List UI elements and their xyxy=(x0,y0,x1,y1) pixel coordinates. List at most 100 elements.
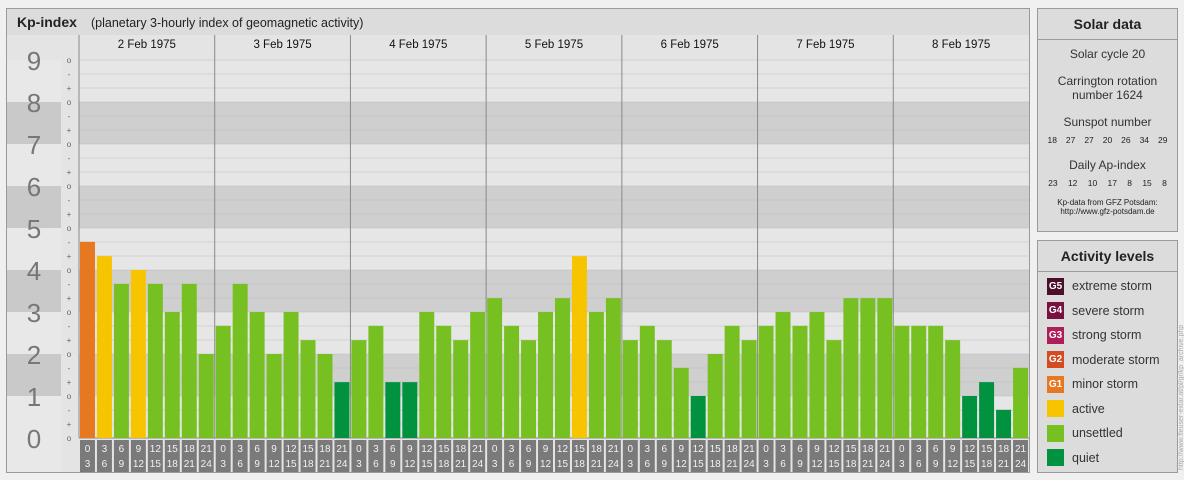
x-tick-label: 24 xyxy=(201,459,213,470)
kp-bar xyxy=(826,340,842,438)
x-tick-label: 3 xyxy=(237,444,243,455)
x-tick-label: 21 xyxy=(336,444,348,455)
x-tick-label: 9 xyxy=(407,444,413,455)
kp-band xyxy=(79,228,1029,270)
x-tick-label: 6 xyxy=(526,444,532,455)
x-tick-label: 15 xyxy=(964,459,976,470)
kp-bar xyxy=(215,325,231,438)
level-label: moderate storm xyxy=(1072,352,1160,367)
minor-mark: o xyxy=(67,182,72,191)
y-tick-label: 9 xyxy=(27,46,41,76)
x-tick-label: 6 xyxy=(390,444,396,455)
x-tick-label: 6 xyxy=(797,444,803,455)
x-tick-label: 21 xyxy=(862,459,874,470)
x-tick-label: 6 xyxy=(780,459,786,470)
kp-bar xyxy=(1013,367,1028,438)
x-tick-label: 9 xyxy=(526,459,532,470)
activity-level-item: active xyxy=(1038,397,1177,422)
x-tick-label: 18 xyxy=(438,459,450,470)
kp-bar xyxy=(198,354,214,438)
ap-value: 10 xyxy=(1087,178,1098,188)
day-label: 6 Feb 1975 xyxy=(661,39,719,51)
x-tick-label: 6 xyxy=(916,459,922,470)
x-tick-label: 6 xyxy=(933,444,939,455)
y-tick-label: 4 xyxy=(27,256,41,286)
x-tick-label: 12 xyxy=(285,444,297,455)
kp-chart-panel: Kp-index (planetary 3-hourly index of ge… xyxy=(6,8,1030,473)
x-tick-label: 15 xyxy=(285,459,297,470)
sunspot-value: 27 xyxy=(1065,135,1076,145)
x-tick-label: 9 xyxy=(271,444,277,455)
kp-bar xyxy=(860,298,876,438)
ap-value: 15 xyxy=(1142,178,1152,188)
x-tick-label: 6 xyxy=(509,459,515,470)
activity-levels-title: Activity levels xyxy=(1038,241,1177,272)
kp-bar xyxy=(996,409,1012,438)
x-tick-label: 18 xyxy=(727,444,739,455)
minor-mark: + xyxy=(67,378,72,387)
x-tick-label: 3 xyxy=(645,444,651,455)
x-tick-label: 12 xyxy=(404,459,416,470)
ap-value: 8 xyxy=(1162,178,1167,188)
minor-mark: + xyxy=(67,420,72,429)
activity-level-item: G2 moderate storm xyxy=(1038,348,1177,373)
x-tick-label: 12 xyxy=(676,459,688,470)
x-tick-label: 21 xyxy=(744,444,756,455)
chart-title: Kp-index xyxy=(17,14,77,30)
level-label: unsettled xyxy=(1072,426,1123,441)
minor-mark: - xyxy=(68,70,71,79)
x-tick-label: 3 xyxy=(509,444,515,455)
level-label: active xyxy=(1072,401,1105,416)
minor-mark: - xyxy=(68,154,71,163)
kp-bar xyxy=(419,312,435,438)
x-tick-label: 0 xyxy=(220,444,226,455)
kp-bar xyxy=(181,283,197,438)
sunspot-value: 26 xyxy=(1121,135,1131,145)
kp-bar xyxy=(317,354,333,438)
kp-bar xyxy=(639,325,655,438)
minor-mark: o xyxy=(67,308,72,317)
x-tick-label: 21 xyxy=(1015,444,1027,455)
day-label: 3 Feb 1975 xyxy=(253,39,311,51)
activity-level-item: G4 severe storm xyxy=(1038,299,1177,324)
kp-bar xyxy=(707,354,723,438)
ap-value: 23 xyxy=(1048,178,1058,188)
minor-mark: o xyxy=(67,350,72,359)
minor-mark: - xyxy=(68,196,71,205)
y-tick-label: 8 xyxy=(27,88,41,118)
kp-bar xyxy=(945,340,961,438)
x-tick-label: 0 xyxy=(356,444,362,455)
x-tick-label: 3 xyxy=(85,459,91,470)
ap-value: 8 xyxy=(1127,178,1133,188)
y-tick-label: 3 xyxy=(27,298,41,328)
minor-mark: + xyxy=(67,294,72,303)
x-tick-label: 3 xyxy=(220,459,226,470)
x-tick-label: 3 xyxy=(763,459,769,470)
x-tick-label: 15 xyxy=(828,459,840,470)
x-tick-label: 21 xyxy=(201,444,213,455)
x-tick-label: 9 xyxy=(136,444,142,455)
minor-mark: - xyxy=(68,364,71,373)
kp-bar xyxy=(402,382,418,438)
kp-bar xyxy=(690,396,706,438)
kp-bar xyxy=(741,340,757,438)
minor-mark: o xyxy=(67,56,72,65)
x-tick-label: 12 xyxy=(421,444,433,455)
minor-mark: + xyxy=(67,336,72,345)
x-tick-label: 18 xyxy=(862,444,874,455)
kp-bar xyxy=(809,312,825,438)
x-tick-label: 18 xyxy=(981,459,993,470)
x-tick-label: 3 xyxy=(102,444,108,455)
kp-bar xyxy=(249,312,265,438)
y-tick-label: 5 xyxy=(27,214,41,244)
x-tick-label: 21 xyxy=(319,459,331,470)
minor-mark: - xyxy=(68,238,71,247)
x-tick-label: 12 xyxy=(828,444,840,455)
x-tick-label: 12 xyxy=(150,444,162,455)
minor-mark: + xyxy=(67,168,72,177)
level-label: extreme storm xyxy=(1072,279,1152,294)
x-tick-label: 15 xyxy=(167,444,179,455)
ap-label: Daily Ap-index xyxy=(1069,158,1146,172)
x-tick-label: 21 xyxy=(727,459,739,470)
kp-bar xyxy=(571,256,587,438)
